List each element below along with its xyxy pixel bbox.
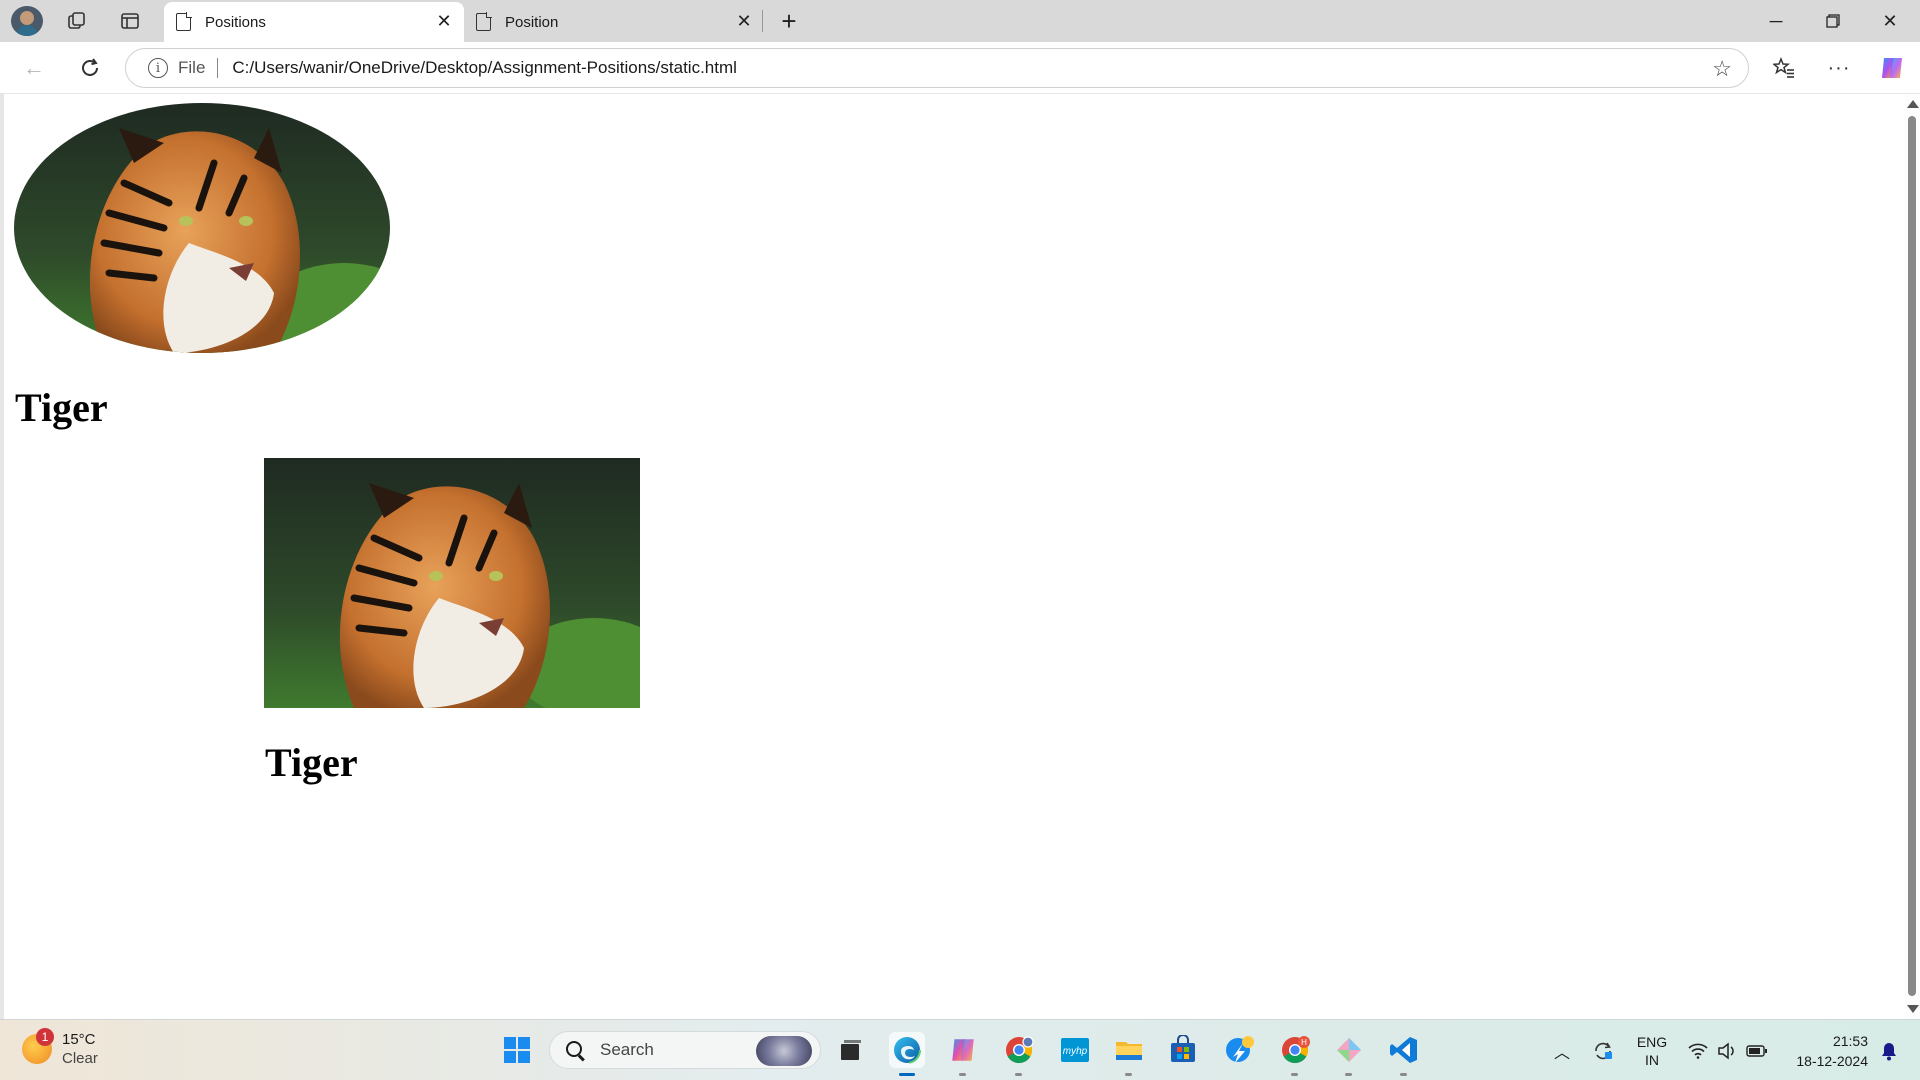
app-diamond-icon[interactable] [1331,1032,1367,1076]
sync-icon[interactable] [1588,1020,1618,1080]
close-tab-icon[interactable]: ✕ [734,11,754,32]
clock-time: 21:53 [1832,1032,1868,1049]
weather-condition: Clear [62,1050,98,1067]
url-text[interactable]: C:/Users/wanir/OneDrive/Desktop/Assignme… [232,58,737,78]
volume-icon[interactable] [1713,1020,1741,1080]
scroll-up-icon[interactable] [1907,100,1919,108]
tiger-heading-static: Tiger [15,385,108,430]
more-icon[interactable]: ··· [1821,50,1857,86]
page-icon [476,12,492,31]
tab-title: Positions [205,13,266,31]
clock-date: 18-12-2024 [1796,1052,1868,1069]
back-icon[interactable]: ← [16,50,52,86]
file-explorer-icon[interactable] [1111,1032,1147,1076]
page-scrollbar[interactable] [1904,94,1920,1019]
vscode-icon[interactable] [1386,1032,1422,1076]
tab-position[interactable]: Position ✕ [464,2,764,42]
vertical-tabs-icon[interactable] [114,6,146,36]
page-icon [176,12,192,31]
microsoft-store-icon[interactable] [1165,1032,1201,1068]
tiger-image-oval [14,103,390,353]
system-clock[interactable]: 21:53 18-12-2024 [1780,1020,1868,1080]
close-tab-icon[interactable]: ✕ [434,11,454,32]
tab-separator [762,10,763,32]
show-hidden-icons[interactable]: ︿ [1550,1020,1574,1080]
close-window-icon[interactable]: ✕ [1862,0,1918,42]
language-indicator[interactable]: ENG IN [1630,1020,1674,1080]
info-icon[interactable]: i [148,58,168,78]
tab-title: Position [505,13,559,31]
notifications-bell-icon[interactable] [1874,1020,1904,1080]
svg-text:myhp: myhp [1063,1046,1088,1057]
wifi-icon[interactable] [1684,1020,1712,1080]
tips-icon[interactable] [1221,1032,1257,1068]
weather-widget[interactable]: 1 15°C Clear [22,1028,98,1068]
myhp-icon[interactable]: myhp [1057,1032,1093,1068]
start-icon[interactable] [499,1032,535,1068]
language-line2: IN [1645,1051,1659,1068]
svg-text:H: H [1301,1038,1307,1047]
chrome-profile-icon[interactable]: H [1277,1032,1313,1076]
chrome-icon[interactable] [1001,1032,1037,1076]
taskbar-search[interactable]: Search [549,1031,821,1069]
tiger-heading-relative: Tiger [265,740,358,785]
battery-icon[interactable] [1742,1020,1772,1080]
weather-temperature: 15°C [62,1031,96,1048]
copilot-app-icon[interactable] [945,1032,981,1076]
minimize-icon[interactable]: ─ [1748,0,1804,42]
search-placeholder: Search [600,1040,654,1059]
copilot-icon[interactable] [1874,50,1910,86]
tiger-image-relative [264,458,640,708]
scroll-down-icon[interactable] [1907,1005,1919,1013]
favorites-icon[interactable] [1766,50,1802,86]
weather-sun-icon: 1 [22,1028,54,1064]
windows-taskbar: 1 15°C Clear Search myhp H ︿ ENG IN 21:5… [0,1019,1920,1080]
reload-icon[interactable] [72,50,108,86]
search-highlight-icon [756,1036,812,1066]
search-icon [564,1039,586,1061]
profile-avatar[interactable] [11,6,43,36]
scrollbar-thumb[interactable] [1908,116,1916,996]
edge-icon[interactable] [889,1032,925,1076]
favorite-star-icon[interactable]: ☆ [1712,56,1732,82]
new-tab-icon[interactable]: + [773,6,805,36]
tab-strip: Positions ✕ Position ✕ + ─ ✕ [0,0,1920,42]
notification-badge: 1 [36,1028,54,1046]
scheme-label: File [178,58,206,77]
address-separator [217,58,219,78]
browser-toolbar: ← i File C:/Users/wanir/OneDrive/Desktop… [0,42,1920,94]
language-line1: ENG [1636,1033,1668,1050]
workspaces-icon[interactable] [61,6,93,36]
address-bar[interactable]: i File C:/Users/wanir/OneDrive/Desktop/A… [125,48,1749,88]
tab-positions[interactable]: Positions ✕ [164,2,464,42]
task-view-icon[interactable] [833,1032,869,1068]
restore-icon[interactable] [1805,0,1861,42]
